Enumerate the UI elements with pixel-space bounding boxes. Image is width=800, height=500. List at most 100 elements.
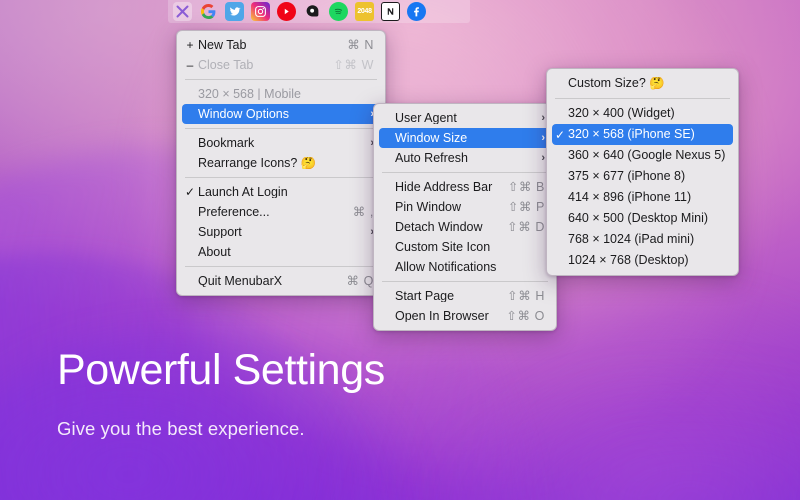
menu-item-label: Auto Refresh bbox=[395, 152, 531, 165]
menu-item-label: Pin Window bbox=[395, 201, 494, 214]
menu-item-shortcut: ⌘ N bbox=[333, 39, 374, 52]
menu-item-label: Preference... bbox=[198, 206, 339, 219]
menu-item-640-500-desktop-mini[interactable]: 640 × 500 (Desktop Mini) bbox=[552, 208, 733, 229]
menu-item-start-page[interactable]: Start Page⇧⌘ H bbox=[379, 286, 551, 306]
menu-item-label: Close Tab bbox=[198, 59, 319, 72]
menu-item-auto-refresh[interactable]: Auto Refresh› bbox=[379, 148, 551, 168]
menu-item-user-agent[interactable]: User Agent› bbox=[379, 108, 551, 128]
menu-item-label: 768 × 1024 (iPad mini) bbox=[568, 233, 727, 246]
menu-item-label: Open In Browser bbox=[395, 310, 492, 323]
chevron-right-icon: › bbox=[531, 113, 545, 124]
menubarx-root-menu[interactable]: +New Tab⌘ N–Close Tab⇧⌘ W320 × 568 | Mob… bbox=[176, 30, 386, 296]
menu-item-about[interactable]: About bbox=[182, 242, 380, 262]
instagram-icon[interactable] bbox=[251, 2, 270, 21]
page-subtitle: Give you the best experience. bbox=[57, 418, 385, 440]
menu-item-label: Window Size bbox=[395, 132, 531, 145]
menu-item-label: 375 × 677 (iPhone 8) bbox=[568, 170, 727, 183]
menu-item-custom-size[interactable]: Custom Size? 🤔 bbox=[552, 73, 733, 94]
menu-item-1024-768-desktop[interactable]: 1024 × 768 (Desktop) bbox=[552, 250, 733, 271]
menu-item-launch-at-login[interactable]: ✓Launch At Login bbox=[182, 182, 380, 202]
game-2048-icon[interactable]: 2048 bbox=[355, 2, 374, 21]
menu-item-shortcut: ⇧⌘ H bbox=[493, 290, 545, 303]
menu-item-window-options[interactable]: Window Options› bbox=[182, 104, 380, 124]
menu-item-label: User Agent bbox=[395, 112, 531, 125]
menu-item-detach-window[interactable]: Detach Window⇧⌘ D bbox=[379, 217, 551, 237]
menu-separator bbox=[382, 172, 548, 173]
menu-item-label: Support bbox=[198, 226, 360, 239]
menu-item-allow-notifications[interactable]: Allow Notifications bbox=[379, 257, 551, 277]
menu-item-label: About bbox=[198, 246, 374, 259]
menu-separator bbox=[555, 98, 730, 99]
menu-item-label: Window Options bbox=[198, 108, 360, 121]
menu-item-label: Bookmark bbox=[198, 137, 360, 150]
menu-separator bbox=[185, 266, 377, 267]
menu-separator bbox=[185, 128, 377, 129]
checkmark-icon: ✓ bbox=[552, 129, 568, 141]
menu-item-label: New Tab bbox=[198, 39, 333, 52]
menu-item-shortcut: ⇧⌘ W bbox=[319, 59, 374, 72]
hero-text-block: Powerful Settings Give you the best expe… bbox=[57, 348, 385, 440]
menu-item-quit-menubarx[interactable]: Quit MenubarX⌘ Q bbox=[182, 271, 380, 291]
wallpaper-shape-right bbox=[430, 370, 800, 500]
window-options-submenu[interactable]: User Agent›Window Size›Auto Refresh›Hide… bbox=[373, 103, 557, 331]
menu-item-label: 1024 × 768 (Desktop) bbox=[568, 254, 727, 267]
menu-item-pin-window[interactable]: Pin Window⇧⌘ P bbox=[379, 197, 551, 217]
menu-item-shortcut: ⌘ , bbox=[339, 206, 374, 219]
pocket-casts-icon[interactable] bbox=[303, 2, 322, 21]
menu-item-marker: + bbox=[182, 39, 198, 51]
menu-bar-icon-tray[interactable]: 2048 bbox=[170, 0, 426, 23]
menu-item-close-tab: –Close Tab⇧⌘ W bbox=[182, 55, 380, 75]
menu-item-375-677-iphone-8[interactable]: 375 × 677 (iPhone 8) bbox=[552, 166, 733, 187]
menu-item-marker: – bbox=[182, 59, 198, 71]
menu-separator bbox=[382, 281, 548, 282]
menu-item-open-in-browser[interactable]: Open In Browser⇧⌘ O bbox=[379, 306, 551, 326]
menu-item-label: Custom Site Icon bbox=[395, 241, 545, 254]
menu-item-label: Launch At Login bbox=[198, 186, 374, 199]
notion-icon[interactable] bbox=[381, 2, 400, 21]
menu-separator bbox=[185, 177, 377, 178]
chevron-right-icon: › bbox=[360, 138, 374, 149]
chevron-right-icon: › bbox=[360, 227, 374, 238]
menu-item-320-568-iphone-se[interactable]: ✓320 × 568 (iPhone SE) bbox=[552, 124, 733, 145]
menu-item-custom-site-icon[interactable]: Custom Site Icon bbox=[379, 237, 551, 257]
menu-item-label: Start Page bbox=[395, 290, 493, 303]
menu-item-label: Detach Window bbox=[395, 221, 493, 234]
menu-item-label: Quit MenubarX bbox=[198, 275, 333, 288]
menu-item-360-640-google-nexus-5[interactable]: 360 × 640 (Google Nexus 5) bbox=[552, 145, 733, 166]
menu-item-window-size[interactable]: Window Size› bbox=[379, 128, 551, 148]
menu-item-bookmark[interactable]: Bookmark› bbox=[182, 133, 380, 153]
menu-item-rearrange-icons[interactable]: Rearrange Icons? 🤔 bbox=[182, 153, 380, 173]
menu-item-shortcut: ⌘ Q bbox=[333, 275, 375, 288]
google-icon[interactable] bbox=[199, 2, 218, 21]
menu-item-label: 320 × 400 (Widget) bbox=[568, 107, 727, 120]
menu-item-label: 360 × 640 (Google Nexus 5) bbox=[568, 149, 727, 162]
facebook-icon[interactable] bbox=[407, 2, 426, 21]
checkmark-icon: ✓ bbox=[182, 186, 198, 198]
menu-item-414-896-iphone-11[interactable]: 414 × 896 (iPhone 11) bbox=[552, 187, 733, 208]
menu-item-label: 320 × 568 | Mobile bbox=[198, 88, 374, 101]
menu-item-preference[interactable]: Preference...⌘ , bbox=[182, 202, 380, 222]
spotify-icon[interactable] bbox=[329, 2, 348, 21]
menu-item-768-1024-ipad-mini[interactable]: 768 × 1024 (iPad mini) bbox=[552, 229, 733, 250]
menubarx-app-icon[interactable] bbox=[173, 2, 192, 21]
menu-item-label: 640 × 500 (Desktop Mini) bbox=[568, 212, 727, 225]
twitter-icon[interactable] bbox=[225, 2, 244, 21]
menu-item-new-tab[interactable]: +New Tab⌘ N bbox=[182, 35, 380, 55]
menu-item-label: Hide Address Bar bbox=[395, 181, 494, 194]
chevron-right-icon: › bbox=[360, 109, 374, 120]
menu-item-shortcut: ⇧⌘ D bbox=[493, 221, 545, 234]
menu-item-shortcut: ⇧⌘ B bbox=[494, 181, 545, 194]
youtube-icon[interactable] bbox=[277, 2, 296, 21]
menu-item-320-400-widget[interactable]: 320 × 400 (Widget) bbox=[552, 103, 733, 124]
window-size-submenu[interactable]: Custom Size? 🤔320 × 400 (Widget)✓320 × 5… bbox=[546, 68, 739, 276]
menu-item-support[interactable]: Support› bbox=[182, 222, 380, 242]
menu-item-label: 414 × 896 (iPhone 11) bbox=[568, 191, 727, 204]
menu-item-label: Custom Size? 🤔 bbox=[568, 77, 727, 90]
menu-item-shortcut: ⇧⌘ O bbox=[492, 310, 545, 323]
menu-item-shortcut: ⇧⌘ P bbox=[494, 201, 545, 214]
menu-item-hide-address-bar[interactable]: Hide Address Bar⇧⌘ B bbox=[379, 177, 551, 197]
menu-item-label: Rearrange Icons? 🤔 bbox=[198, 157, 374, 170]
chevron-right-icon: › bbox=[531, 133, 545, 144]
menu-item-label: 320 × 568 (iPhone SE) bbox=[568, 128, 727, 141]
menu-item-label: Allow Notifications bbox=[395, 261, 545, 274]
